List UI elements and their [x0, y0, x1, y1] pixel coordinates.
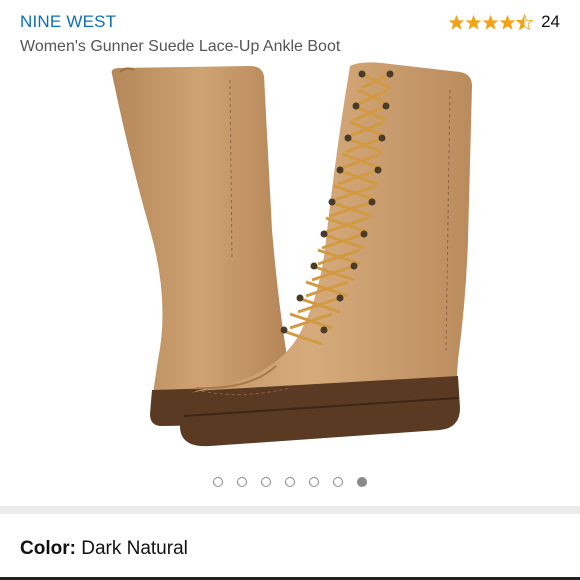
rating-count[interactable]: 24 [541, 12, 560, 32]
color-label: Color: [20, 538, 76, 559]
carousel-dot-1[interactable] [213, 477, 223, 487]
carousel-dot-5[interactable] [309, 477, 319, 487]
star-icon [465, 14, 482, 30]
carousel-dot-3[interactable] [261, 477, 271, 487]
brand-name[interactable]: NINE WEST [20, 12, 116, 32]
image-carousel-dots [0, 477, 580, 487]
carousel-dot-2[interactable] [237, 477, 247, 487]
color-value: Dark Natural [81, 538, 188, 559]
carousel-dot-4[interactable] [285, 477, 295, 487]
color-selector[interactable]: Color: Dark Natural [20, 538, 188, 560]
section-divider [0, 506, 580, 514]
half-star-icon [516, 13, 534, 31]
star-icon [499, 14, 516, 30]
rating[interactable]: 24 [448, 12, 560, 32]
star-rating [448, 13, 534, 31]
product-image[interactable] [100, 60, 480, 470]
carousel-dot-7[interactable] [357, 477, 367, 487]
star-icon [482, 14, 499, 30]
star-icon [448, 14, 465, 30]
product-title: Women's Gunner Suede Lace-Up Ankle Boot [20, 38, 341, 55]
carousel-dot-6[interactable] [333, 477, 343, 487]
